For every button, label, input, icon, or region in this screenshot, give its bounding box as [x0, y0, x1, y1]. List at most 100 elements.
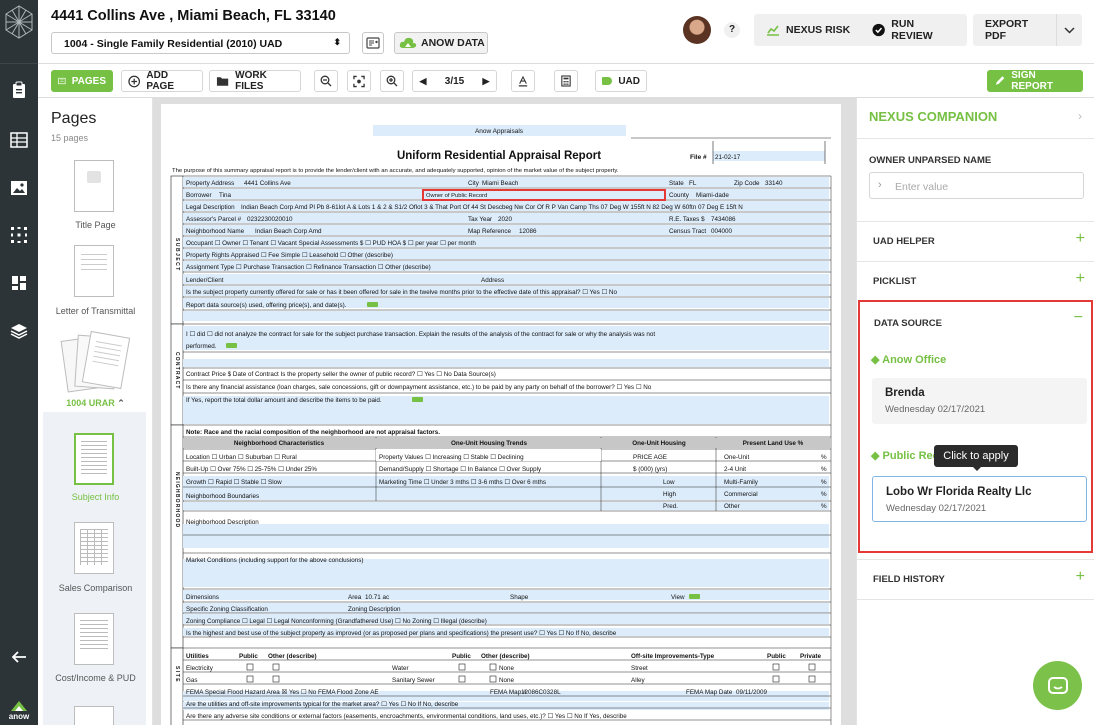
- export-pdf-button[interactable]: EXPORT PDF: [973, 14, 1061, 46]
- page-label-cost[interactable]: Cost/Income & PUD: [38, 673, 152, 683]
- minus-icon[interactable]: −: [1074, 309, 1083, 327]
- layers-icon: ◆: [871, 354, 880, 366]
- value-city[interactable]: Miami Beach: [482, 180, 519, 187]
- value-parcel[interactable]: 0232230020010: [247, 216, 293, 223]
- label-dimensions: Dimensions: [186, 594, 219, 601]
- sign-report-label: SIGN REPORT: [1011, 70, 1053, 92]
- label-city: City: [468, 180, 480, 187]
- value-area[interactable]: 10.71 ac: [365, 594, 389, 601]
- export-options-button[interactable]: [1056, 14, 1082, 46]
- value-fema-map[interactable]: 12086C0328L: [521, 689, 561, 696]
- label-market-conditions: Market Conditions (including support for…: [186, 557, 363, 564]
- value-county[interactable]: Miami-dade: [696, 192, 729, 199]
- uad-tag-icon[interactable]: [367, 302, 378, 307]
- label-electricity: Electricity: [186, 665, 214, 672]
- source-card-lobo[interactable]: Lobo Wr Florida Realty Llc Wednesday 02/1…: [872, 476, 1087, 522]
- app-logo-icon[interactable]: [0, 0, 38, 64]
- uad-tag-icon[interactable]: [412, 397, 423, 402]
- page-thumb-title[interactable]: [74, 160, 114, 212]
- fit-screen-button[interactable]: [347, 70, 371, 92]
- pages-icon: [58, 77, 66, 85]
- chat-button[interactable]: [1033, 661, 1082, 710]
- page-thumb-cost[interactable]: [74, 613, 114, 665]
- value-zip[interactable]: 33140: [765, 180, 783, 187]
- value-neighborhood[interactable]: Indian Beach Corp Amd: [255, 228, 322, 235]
- label-lender-address: Address: [481, 277, 504, 284]
- label-fema-date: FEMA Map Date: [686, 689, 733, 696]
- utility-checkboxes[interactable]: [246, 663, 816, 683]
- field-history-section[interactable]: FIELD HISTORY +: [857, 559, 1094, 599]
- clipboard-icon[interactable]: [0, 72, 38, 108]
- pct: %: [821, 491, 827, 498]
- back-arrow-icon[interactable]: [0, 639, 38, 675]
- prev-page-icon[interactable]: ◀: [413, 76, 433, 87]
- id-card-button[interactable]: [362, 32, 384, 54]
- page-label-subject[interactable]: Subject Info: [38, 492, 152, 502]
- label-parcel: Assessor's Parcel #: [186, 216, 242, 223]
- page-label-letter[interactable]: Letter of Transmittal: [38, 306, 152, 316]
- value-fema-date[interactable]: 09/11/2009: [736, 689, 768, 696]
- uad-toggle-button[interactable]: UAD: [595, 70, 647, 92]
- row-assignment-type: Assignment Type ☐ Purchase Transaction ☐…: [186, 264, 431, 271]
- value-borrower[interactable]: Tina: [219, 192, 232, 199]
- anow-data-button[interactable]: ANOW DATA: [394, 32, 488, 54]
- next-page-icon[interactable]: ▶: [476, 76, 496, 87]
- folder-icon: [216, 77, 229, 86]
- page-label-title[interactable]: Title Page: [38, 220, 152, 230]
- label-public: Public: [452, 653, 471, 660]
- table-icon[interactable]: [0, 122, 38, 158]
- page-thumb-next[interactable]: [74, 706, 114, 725]
- source-card-brenda[interactable]: Brenda Wednesday 02/17/2021: [872, 378, 1087, 424]
- value-property-address[interactable]: 4441 Collins Ave: [244, 180, 291, 187]
- urar-form: Anow Appraisals Uniform Residential Appr…: [170, 125, 832, 725]
- user-avatar[interactable]: [683, 16, 711, 44]
- value-state[interactable]: FL: [689, 180, 697, 187]
- zoom-out-button[interactable]: [314, 70, 338, 92]
- page-thumb-letter[interactable]: [74, 245, 114, 297]
- picklist-section[interactable]: PICKLIST +: [857, 261, 1094, 301]
- header-one-unit-housing: One-Unit Housing: [632, 440, 686, 447]
- row-contract-price: Contract Price $ Date of Contract Is the…: [186, 371, 496, 378]
- uad-tag-icon[interactable]: [689, 594, 700, 599]
- uad-helper-section[interactable]: UAD HELPER +: [857, 221, 1094, 261]
- dashboard-icon[interactable]: [0, 265, 38, 301]
- value-mapref[interactable]: 12086: [519, 228, 537, 235]
- grid-select-icon[interactable]: [0, 217, 38, 253]
- value-legal[interactable]: Indian Beach Corp Amd Pl Pb 8-61lot A & …: [241, 204, 743, 211]
- form-type-select[interactable]: 1004 - Single Family Residential (2010) …: [51, 32, 350, 54]
- label-other-describe: Other (describe): [481, 653, 530, 660]
- work-files-button[interactable]: WORK FILES: [209, 70, 301, 92]
- run-review-button[interactable]: RUN REVIEW: [860, 14, 967, 46]
- page-group-urar[interactable]: 1004 URAR ⌃: [38, 398, 152, 409]
- label-offsite: Off-site Improvements-Type: [631, 653, 715, 660]
- page-thumb-subject[interactable]: [74, 433, 114, 485]
- label-owner: Owner of Public Record: [426, 193, 487, 199]
- page-label-sales[interactable]: Sales Comparison: [38, 583, 152, 593]
- zoom-in-icon: [386, 75, 398, 87]
- tag-icon: [602, 77, 613, 85]
- add-page-button[interactable]: ADD PAGE: [121, 70, 203, 92]
- uad-tag-icon[interactable]: [226, 343, 237, 348]
- pages-toggle-button[interactable]: PAGES: [51, 70, 113, 92]
- nexus-risk-button[interactable]: NEXUS RISK: [754, 14, 866, 46]
- source-name: Brenda: [885, 387, 925, 399]
- image-icon[interactable]: [0, 170, 38, 206]
- page-thumb-sales[interactable]: [74, 522, 114, 574]
- calculator-button[interactable]: [554, 70, 578, 92]
- text-format-button[interactable]: [511, 70, 535, 92]
- pages-count: 15 pages: [51, 133, 89, 143]
- chevron-right-icon[interactable]: ›: [1078, 109, 1082, 123]
- value-taxyear[interactable]: 2020: [498, 216, 513, 223]
- value-census[interactable]: 004000: [711, 228, 733, 235]
- label-water: Water: [392, 665, 409, 672]
- row-property-values: Property Values ☐ Increasing ☐ Stable ☐ …: [379, 454, 524, 461]
- zoom-in-button[interactable]: [380, 70, 404, 92]
- owner-unparsed-input[interactable]: › Enter value: [869, 172, 1084, 199]
- layers-icon[interactable]: [0, 313, 38, 349]
- value-retaxes[interactable]: 7434086: [711, 216, 736, 223]
- help-button[interactable]: ?: [724, 22, 740, 38]
- id-card-icon: [366, 37, 380, 49]
- chart-icon: [767, 25, 779, 36]
- sign-report-button[interactable]: SIGN REPORT: [987, 70, 1083, 92]
- header-land-use: Present Land Use %: [743, 440, 804, 447]
